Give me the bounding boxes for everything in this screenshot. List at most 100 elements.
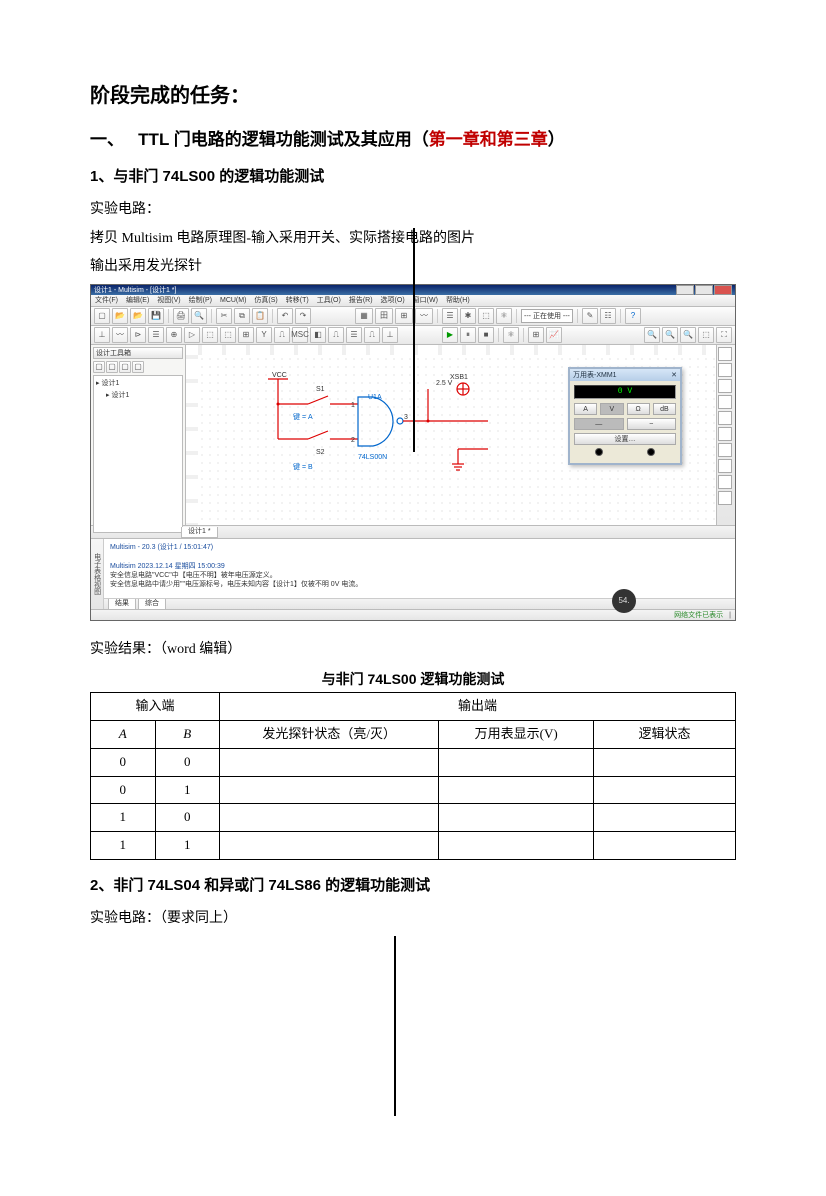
zoom-area-icon[interactable]: ⬚ [698,327,714,343]
menu-item[interactable]: 绘制(P) [189,295,212,306]
meter-terminal-minus[interactable] [647,448,655,456]
instr-icon[interactable] [718,395,732,409]
comp1-icon[interactable]: ⊥ [94,327,110,343]
comp6-icon[interactable]: ▷ [184,327,200,343]
meter-btn-v[interactable]: V [600,403,623,415]
tree-child[interactable]: 设计1 [111,392,129,399]
sb-icon[interactable]: ▢ [93,361,105,373]
sb-icon[interactable]: ▢ [132,361,144,373]
help-icon[interactable]: ? [625,308,641,324]
maximize-button[interactable] [695,285,713,295]
schematic-canvas[interactable]: VCC S1 键 = A S2 [198,355,716,525]
print-icon[interactable]: 🖨 [173,308,189,324]
comp14-icon[interactable]: ⎍ [328,327,344,343]
analysis-icon[interactable]: ⊞ [528,327,544,343]
multimeter-window[interactable]: 万用表-XMM1 ✕ 0 V A V Ω dB [568,367,682,465]
tab-design1[interactable]: 设计1 * [181,527,218,538]
component-dropdown[interactable]: --- 正在使用 --- [521,309,573,323]
comp11-icon[interactable]: ⎍ [274,327,290,343]
stop-button[interactable]: ■ [478,327,494,343]
grid-icon[interactable]: ⊞ [395,308,413,324]
comp13-icon[interactable]: ◧ [310,327,326,343]
run-button[interactable]: ▶ [442,327,458,343]
cell-logic [594,804,736,832]
menu-item[interactable]: 帮助(H) [446,295,470,306]
sb-icon[interactable]: ▢ [119,361,131,373]
minimize-button[interactable] [676,285,694,295]
comp5-icon[interactable]: ⊕ [166,327,182,343]
instr-icon[interactable] [718,491,732,505]
menu-item[interactable]: 视图(V) [157,295,180,306]
open2-icon[interactable]: 📂 [130,308,146,324]
menu-item[interactable]: 窗口(W) [413,295,438,306]
comp8-icon[interactable]: ⬚ [220,327,236,343]
schematic-icon[interactable]: ▦ [355,308,373,324]
new-icon[interactable]: ▢ [94,308,110,324]
menu-item[interactable]: 编辑(E) [126,295,149,306]
lower-tab-nets[interactable]: 综合 [138,599,166,610]
cut-icon[interactable]: ✂ [216,308,232,324]
meter-btn-ac[interactable]: ~ [627,418,677,430]
measure-icon[interactable]: ☷ [600,308,616,324]
comp10-icon[interactable]: Y [256,327,272,343]
menu-item[interactable]: 选项(O) [381,295,405,306]
tool2-icon[interactable]: ✱ [460,308,476,324]
zoom-in-icon[interactable]: 🔍 [644,327,660,343]
instr-icon[interactable] [718,475,732,489]
meter-btn-ohm[interactable]: Ω [627,403,650,415]
comp15-icon[interactable]: ☰ [346,327,362,343]
menu-item[interactable]: 仿真(S) [254,295,277,306]
meter-btn-db[interactable]: dB [653,403,676,415]
comp16-icon[interactable]: ⎍ [364,327,380,343]
close-button[interactable] [714,285,732,295]
design-tree[interactable]: ▸ 设计1 ▸ 设计1 [93,375,183,533]
zoom-out-icon[interactable]: 🔍 [662,327,678,343]
comp17-icon[interactable]: ⊥ [382,327,398,343]
instr-icon[interactable] [718,411,732,425]
redo-icon[interactable]: ↷ [295,308,311,324]
instr-icon[interactable] [718,347,732,361]
tool-icon[interactable]: ☰ [442,308,458,324]
open-icon[interactable]: 📂 [112,308,128,324]
menu-item[interactable]: 报告(R) [349,295,373,306]
undo-icon[interactable]: ↶ [277,308,293,324]
pause-button[interactable]: ⏸ [460,327,476,343]
meter-titlebar[interactable]: 万用表-XMM1 ✕ [570,369,680,381]
meter-set-button[interactable]: 设置… [574,433,676,445]
comp7-icon[interactable]: ⬚ [202,327,218,343]
menu-item[interactable]: 工具(O) [317,295,341,306]
comp9-icon[interactable]: ⊞ [238,327,254,343]
instr-icon[interactable] [718,427,732,441]
instr-icon[interactable] [718,379,732,393]
tool3-icon[interactable]: ⬚ [478,308,494,324]
menu-item[interactable]: 文件(F) [95,295,118,306]
sb-icon[interactable]: ▢ [106,361,118,373]
zoom-fit-icon[interactable]: 🔍 [680,327,696,343]
instr-icon[interactable] [718,459,732,473]
paste-icon[interactable]: 📋 [252,308,268,324]
interactive-icon[interactable]: ⚛ [503,327,519,343]
instr-icon[interactable] [718,443,732,457]
probe-icon[interactable]: ✎ [582,308,598,324]
tool4-icon[interactable]: ⚛ [496,308,512,324]
menu-item[interactable]: MCU(M) [220,295,246,306]
save-icon[interactable]: 💾 [148,308,164,324]
meter-btn-a[interactable]: A [574,403,597,415]
meter-terminal-plus[interactable] [595,448,603,456]
preview-icon[interactable]: 🔍 [191,308,207,324]
comp2-icon[interactable]: 〰 [112,327,128,343]
copy-icon[interactable]: ⧉ [234,308,250,324]
tree-root[interactable]: 设计1 [101,380,119,387]
menu-item[interactable]: 转移(T) [286,295,309,306]
comp12-icon[interactable]: MSC [292,327,308,343]
meter-close-icon[interactable]: ✕ [671,370,677,381]
comp3-icon[interactable]: ⊳ [130,327,146,343]
comp4-icon[interactable]: ☰ [148,327,164,343]
text-icon[interactable]: 田 [375,308,393,324]
meter-btn-dc[interactable]: — [574,418,624,430]
graph-icon[interactable]: 📈 [546,327,562,343]
lower-tab-results[interactable]: 结果 [108,599,136,610]
instr-icon[interactable] [718,363,732,377]
fullscreen-icon[interactable]: ⛶ [716,327,732,343]
scope-icon[interactable]: 〰 [415,308,433,324]
